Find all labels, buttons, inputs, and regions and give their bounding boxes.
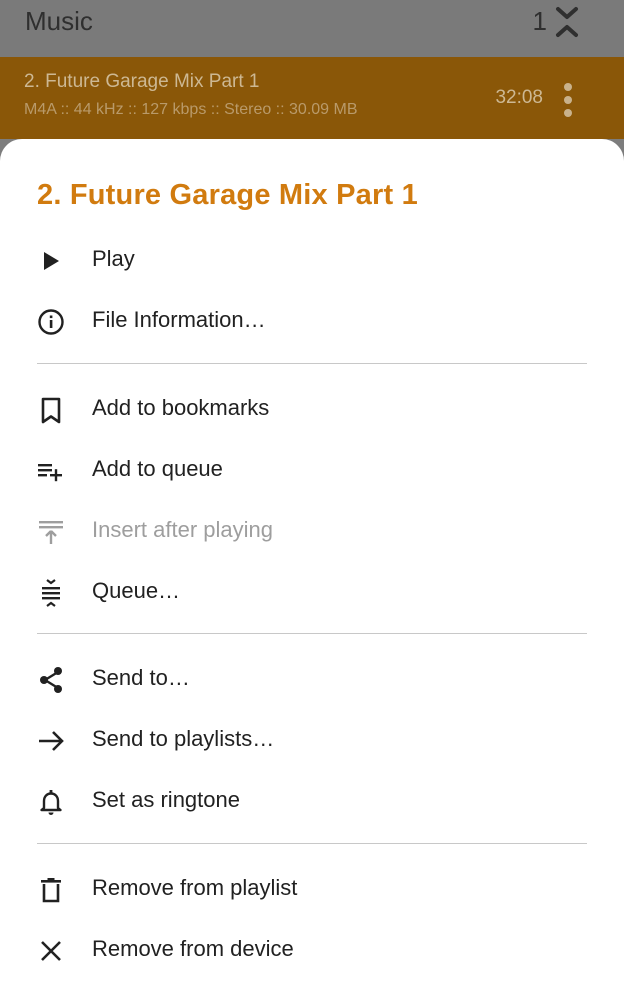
menu-item-label: Remove from device xyxy=(92,936,294,961)
track-row[interactable]: 2. Future Garage Mix Part 1 M4A :: 44 kH… xyxy=(0,57,624,139)
menu-item-label: Queue… xyxy=(92,578,181,603)
sheet-title: 2. Future Garage Mix Part 1 xyxy=(37,179,418,211)
track-meta: M4A :: 44 kHz :: 127 kbps :: Stereo :: 3… xyxy=(24,101,358,118)
menu-item-file-information[interactable]: File Information… xyxy=(0,293,624,349)
menu-item-label: Insert after playing xyxy=(92,517,273,542)
menu-item-remove-from-playlist[interactable]: Remove from playlist xyxy=(0,861,624,917)
menu-item-add-to-bookmarks[interactable]: Add to bookmarks xyxy=(0,381,624,437)
playlist-add-icon xyxy=(36,456,66,486)
arrow-right-icon xyxy=(36,726,66,756)
menu-item-send-to[interactable]: Send to… xyxy=(0,651,624,707)
menu-item-label: Add to bookmarks xyxy=(92,395,270,420)
close-icon xyxy=(36,936,66,966)
menu-item-label: Play xyxy=(92,246,135,271)
menu-item-label: Send to… xyxy=(92,665,190,690)
track-duration: 32:08 xyxy=(495,87,543,108)
track-title: 2. Future Garage Mix Part 1 xyxy=(24,71,260,92)
play-icon xyxy=(36,246,66,276)
menu-item-set-as-ringtone[interactable]: Set as ringtone xyxy=(0,773,624,829)
selection-count: 1 xyxy=(532,6,547,36)
queue-icon xyxy=(36,578,66,608)
menu-item-insert-after-playing: Insert after playing xyxy=(0,503,624,559)
divider xyxy=(37,363,587,364)
app-title: Music xyxy=(25,6,93,36)
screen: Music 1 2. Future Garage Mix Part 1 M4A … xyxy=(0,0,624,991)
menu-item-queue[interactable]: Queue… xyxy=(0,564,624,620)
menu-item-play[interactable]: Play xyxy=(0,232,624,288)
more-vert-icon[interactable] xyxy=(556,82,580,118)
divider xyxy=(37,843,587,844)
divider xyxy=(37,633,587,634)
expand-collapse-icon[interactable] xyxy=(554,4,580,40)
menu-item-label: Remove from playlist xyxy=(92,875,298,900)
menu-item-label: File Information… xyxy=(92,307,266,332)
trash-icon xyxy=(36,875,66,905)
insert-after-icon xyxy=(36,517,66,547)
menu-item-label: Add to queue xyxy=(92,456,223,481)
context-menu-sheet: 2. Future Garage Mix Part 1 Play File In… xyxy=(0,139,624,991)
menu-item-send-to-playlists[interactable]: Send to playlists… xyxy=(0,712,624,768)
share-icon xyxy=(36,665,66,695)
menu-item-add-to-queue[interactable]: Add to queue xyxy=(0,442,624,498)
menu-item-label: Set as ringtone xyxy=(92,787,240,812)
menu-item-remove-from-device[interactable]: Remove from device xyxy=(0,922,624,978)
bookmark-icon xyxy=(36,395,66,425)
bell-icon xyxy=(36,787,66,817)
info-icon xyxy=(36,307,66,337)
menu-item-label: Send to playlists… xyxy=(92,726,275,751)
app-bar: Music 1 xyxy=(0,0,624,57)
